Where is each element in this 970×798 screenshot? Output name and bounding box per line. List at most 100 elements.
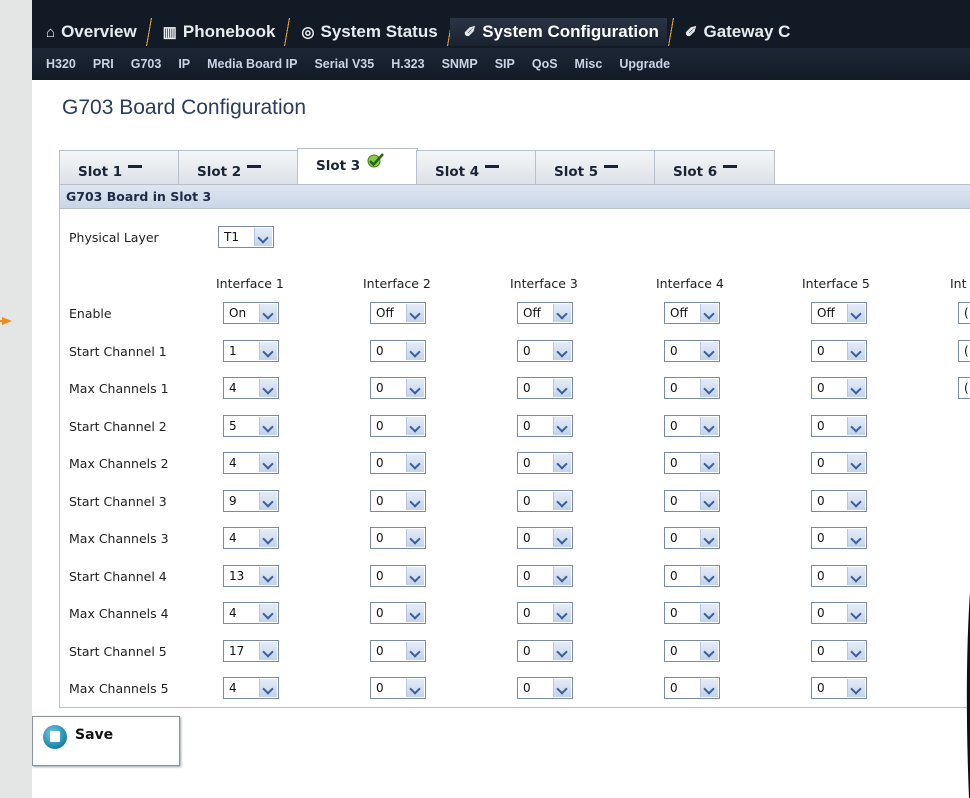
slot-tab-label: Slot 3 (316, 158, 361, 174)
select-value: 0 (376, 381, 384, 395)
interface-4-select[interactable]: Off (664, 302, 720, 324)
interface-2-select[interactable]: 0 (370, 340, 426, 362)
subnav-pri[interactable]: PRI (93, 57, 114, 71)
interface-2-select[interactable]: 0 (370, 640, 426, 662)
interface-4-select[interactable]: 0 (664, 340, 720, 362)
interface-1-select[interactable]: 4 (223, 602, 279, 624)
save-button[interactable]: Save (32, 716, 180, 766)
interface-2-select[interactable]: 0 (370, 490, 426, 512)
interface-5-select[interactable]: 0 (811, 527, 867, 549)
interface-header-1: Interface 1 (216, 276, 284, 291)
interface-3-select[interactable]: Off (517, 302, 573, 324)
interface-1-select[interactable]: 1 (223, 340, 279, 362)
tab-slot-2[interactable]: Slot 2 (178, 150, 299, 184)
interface-2-select[interactable]: Off (370, 302, 426, 324)
interface-5-select[interactable]: 0 (811, 415, 867, 437)
interface-1-select[interactable]: 5 (223, 415, 279, 437)
interface-3-select[interactable]: 0 (517, 527, 573, 549)
subnav-h320[interactable]: H320 (46, 57, 76, 71)
interface-5-select[interactable]: Off (811, 302, 867, 324)
interface-4-select[interactable]: 0 (664, 565, 720, 587)
interface-2-select[interactable]: 0 (370, 565, 426, 587)
select-value: 0 (670, 606, 678, 620)
interface-1-select[interactable]: 9 (223, 490, 279, 512)
chevron-down-icon (406, 529, 424, 547)
interface-1-select[interactable]: 4 (223, 527, 279, 549)
interface-4-select[interactable]: 0 (664, 377, 720, 399)
subnav-upgrade[interactable]: Upgrade (619, 57, 670, 71)
interface-3-select[interactable]: 0 (517, 677, 573, 699)
subnav-qos[interactable]: QoS (532, 57, 558, 71)
interface-2-select[interactable]: 0 (370, 602, 426, 624)
interface-5-select[interactable]: 0 (811, 640, 867, 662)
interface-3-select[interactable]: 0 (517, 340, 573, 362)
subnav-misc[interactable]: Misc (575, 57, 603, 71)
tab-system-status[interactable]: ◎ System Status (287, 18, 454, 46)
interface-1-select[interactable]: 4 (223, 377, 279, 399)
interface-4-select[interactable]: 0 (664, 677, 720, 699)
select-value: 0 (376, 456, 384, 470)
subnav-sip[interactable]: SIP (495, 57, 515, 71)
interface-2-select[interactable]: 0 (370, 452, 426, 474)
tab-label: Phonebook (182, 22, 276, 41)
interface-4-select[interactable]: 0 (664, 415, 720, 437)
subnav-h323[interactable]: H.323 (391, 57, 424, 71)
interface-2-select[interactable]: 0 (370, 377, 426, 399)
interface-1-select[interactable]: 4 (223, 452, 279, 474)
tab-slot-5[interactable]: Slot 5 (535, 150, 656, 184)
interface-2-select[interactable]: 0 (370, 415, 426, 437)
tab-system-configuration[interactable]: ✐ System Configuration (449, 18, 675, 46)
interface-3-select[interactable]: 0 (517, 640, 573, 662)
chevron-down-icon (259, 342, 277, 360)
subnav-g703[interactable]: G703 (131, 57, 162, 71)
select-value: Off (523, 306, 541, 320)
subnav-media-board-ip[interactable]: Media Board IP (207, 57, 297, 71)
interface-1-select[interactable]: 13 (223, 565, 279, 587)
subnav-serial-v35[interactable]: Serial V35 (314, 57, 374, 71)
interface-5-select[interactable]: 0 (811, 377, 867, 399)
interface-6-select[interactable]: ( (958, 377, 970, 399)
subnav-snmp[interactable]: SNMP (442, 57, 478, 71)
interface-5-select[interactable]: 0 (811, 340, 867, 362)
select-value: 0 (817, 344, 825, 358)
tab-phonebook[interactable]: ▥ Phonebook (149, 18, 292, 46)
dash-icon (128, 165, 143, 168)
interface-6-select[interactable]: ( (958, 340, 970, 362)
interface-4-select[interactable]: 0 (664, 490, 720, 512)
interface-5-select[interactable]: 0 (811, 490, 867, 512)
interface-3-select[interactable]: 0 (517, 415, 573, 437)
select-value: 0 (817, 381, 825, 395)
interface-3-select[interactable]: 0 (517, 377, 573, 399)
interface-4-select[interactable]: 0 (664, 640, 720, 662)
interface-3-select[interactable]: 0 (517, 490, 573, 512)
select-value: 0 (817, 531, 825, 545)
tab-slot-1[interactable]: Slot 1 (59, 150, 180, 184)
interface-5-select[interactable]: 0 (811, 677, 867, 699)
interface-5-select[interactable]: 0 (811, 565, 867, 587)
interface-2-select[interactable]: 0 (370, 677, 426, 699)
chevron-down-icon (553, 417, 571, 435)
interface-3-select[interactable]: 0 (517, 602, 573, 624)
interface-1-select[interactable]: On (223, 302, 279, 324)
interface-4-select[interactable]: 0 (664, 527, 720, 549)
chevron-down-icon (700, 417, 718, 435)
interface-5-select[interactable]: 0 (811, 602, 867, 624)
interface-3-select[interactable]: 0 (517, 452, 573, 474)
interface-3-select[interactable]: 0 (517, 565, 573, 587)
tab-slot-3[interactable]: Slot 3 (297, 148, 418, 184)
interface-4-select[interactable]: 0 (664, 602, 720, 624)
interface-1-select[interactable]: 4 (223, 677, 279, 699)
tab-gateway[interactable]: ✐ Gateway C (671, 18, 803, 46)
select-value: ( (964, 306, 969, 320)
interface-6-select[interactable]: ( (958, 302, 970, 324)
interface-4-select[interactable]: 0 (664, 452, 720, 474)
tab-overview[interactable]: ⌂ Overview (32, 18, 153, 46)
tab-slot-4[interactable]: Slot 4 (416, 150, 537, 184)
tab-slot-6[interactable]: Slot 6 (654, 150, 775, 184)
interface-2-select[interactable]: 0 (370, 527, 426, 549)
interface-5-select[interactable]: 0 (811, 452, 867, 474)
chevron-down-icon (259, 604, 277, 622)
subnav-ip[interactable]: IP (178, 57, 190, 71)
interface-1-select[interactable]: 17 (223, 640, 279, 662)
physical-layer-select[interactable]: T1 (218, 226, 274, 248)
